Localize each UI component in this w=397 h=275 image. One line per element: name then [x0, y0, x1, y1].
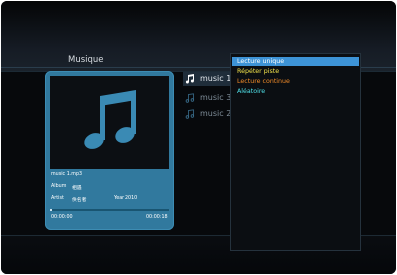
playback-progress-bar[interactable] — [50, 209, 169, 211]
time-total: 00:00:18 — [146, 215, 168, 220]
music-note-icon — [185, 109, 195, 119]
file-list-item-label: music 3 — [200, 93, 232, 102]
file-list-item-label: music 1 — [200, 74, 232, 83]
year-label: Year — [114, 196, 125, 201]
year-value: 2010 — [125, 196, 138, 201]
now-playing-card: music 1.mp3 Album 相遇 Artist 佚名者 Year 201… — [45, 71, 174, 230]
media-player-screen: Musique music 1.mp3 Album 相遇 Artist 佚名者 … — [1, 1, 396, 274]
album-cover — [50, 76, 169, 169]
playback-progress-fill — [50, 209, 53, 211]
menu-item-single-play[interactable]: Lecture unique — [232, 57, 359, 66]
music-note-icon — [84, 90, 136, 149]
menu-item-shuffle[interactable]: Aléatoire — [232, 87, 359, 96]
artist-label: Artist — [51, 196, 64, 201]
track-filename: music 1.mp3 — [51, 172, 83, 177]
play-mode-menu: Lecture unique Répéter piste Lecture con… — [230, 53, 361, 251]
menu-item-continuous-play[interactable]: Lecture continue — [232, 77, 359, 86]
time-elapsed: 00:00:00 — [51, 215, 73, 220]
music-note-icon — [185, 74, 194, 84]
album-value: 相遇 — [72, 186, 82, 191]
album-label: Album — [51, 184, 67, 189]
artist-value: 佚名者 — [72, 198, 87, 203]
music-note-icon — [185, 93, 195, 103]
menu-item-repeat-track[interactable]: Répéter piste — [232, 67, 359, 76]
file-list-item-label: music 2 — [200, 109, 232, 118]
page-title: Musique — [68, 55, 104, 65]
